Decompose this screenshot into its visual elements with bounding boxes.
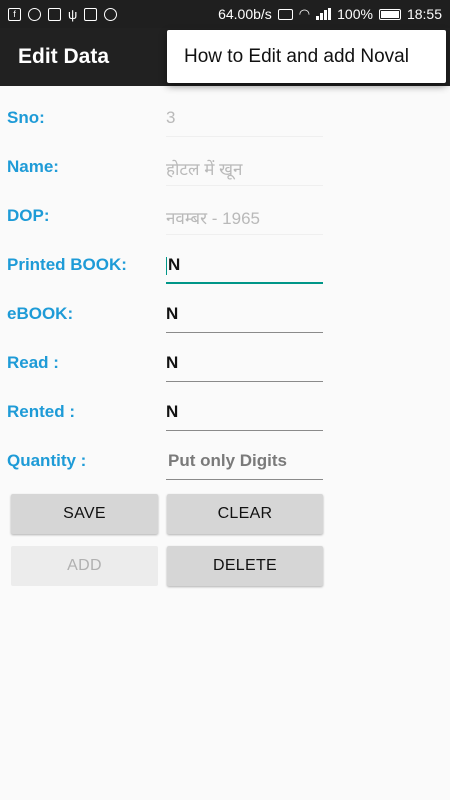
read-field[interactable]: N <box>166 349 323 382</box>
dop-row: DOP: नवम्बर - 1965 <box>0 194 450 243</box>
sno-row: Sno: 3 <box>0 96 450 145</box>
battery-icon <box>378 8 401 20</box>
add-button: ADD <box>11 546 158 586</box>
network-speed: 64.00b/s <box>218 6 272 22</box>
dop-label: DOP: <box>7 206 50 225</box>
emoji-icon <box>104 7 118 21</box>
sno-field: 3 <box>166 104 323 137</box>
text-cursor <box>166 256 167 275</box>
name-row: Name: होटल में खून <box>0 145 450 194</box>
printed-book-field[interactable]: N <box>166 251 323 284</box>
wifi-icon: ◠ <box>298 6 311 21</box>
name-label: Name: <box>7 157 59 176</box>
facebook-icon: f <box>8 7 21 21</box>
ebook-field[interactable]: N <box>166 300 323 333</box>
printed-book-value: N <box>168 255 181 274</box>
ebook-label: eBOOK: <box>7 304 74 323</box>
page-title: Edit Data <box>18 45 110 68</box>
rented-field[interactable]: N <box>166 398 323 431</box>
signal-icon <box>316 8 332 20</box>
message-icon <box>48 7 61 21</box>
quantity-row: Quantity : Put only Digits <box>0 439 450 488</box>
overflow-menu-item-how-to-edit[interactable]: How to Edit and add Noval <box>167 30 446 83</box>
read-row: Read : N <box>0 341 450 390</box>
save-button[interactable]: SAVE <box>11 494 158 534</box>
printed-book-row: Printed BOOK: N <box>0 243 450 292</box>
battery-percent: 100% <box>337 6 373 22</box>
whatsapp-icon <box>28 7 41 21</box>
sno-label: Sno: <box>7 108 45 127</box>
quantity-placeholder: Put only Digits <box>168 451 287 470</box>
quantity-field[interactable]: Put only Digits <box>166 447 323 480</box>
quantity-label: Quantity : <box>7 451 87 470</box>
dop-field: नवम्बर - 1965 <box>166 202 323 235</box>
image-icon <box>84 7 98 21</box>
ebook-row: eBOOK: N <box>0 292 450 341</box>
delete-button[interactable]: DELETE <box>167 546 323 586</box>
clock: 18:55 <box>406 6 442 22</box>
rented-label: Rented : <box>7 402 75 421</box>
screen-cast-icon <box>277 8 293 20</box>
usb-icon: ψ <box>68 6 78 22</box>
clear-button[interactable]: CLEAR <box>167 494 323 534</box>
rented-row: Rented : N <box>0 390 450 439</box>
notification-icons: f ψ <box>8 6 118 22</box>
name-field: होटल में खून <box>166 153 323 186</box>
printed-book-label: Printed BOOK: <box>7 255 127 274</box>
edit-form: Sno: 3 Name: होटल में खून DOP: नवम्बर - … <box>0 96 450 488</box>
status-bar: f ψ 64.00b/s ◠ 100% 18:55 <box>0 0 450 28</box>
read-label: Read : <box>7 353 59 372</box>
